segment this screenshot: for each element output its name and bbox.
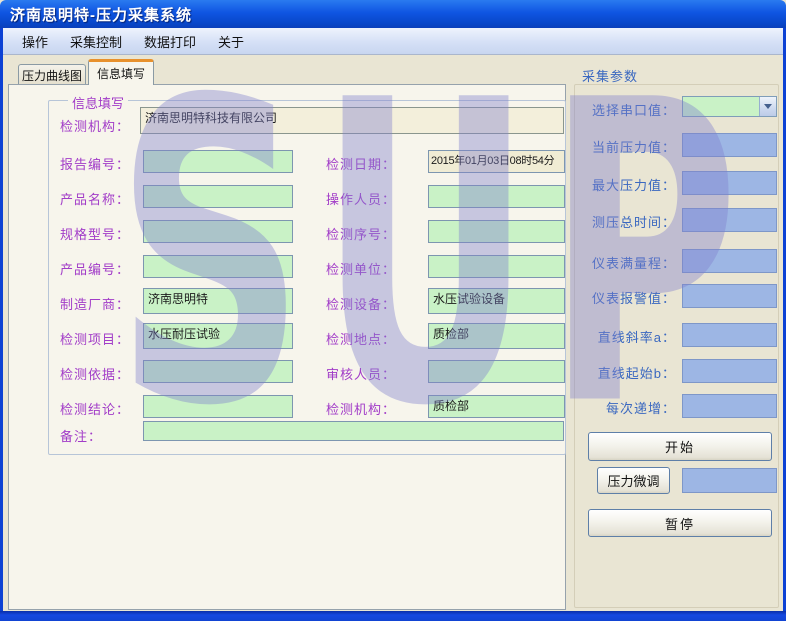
max-pressure-label: 最大压力值： (560, 175, 676, 194)
gauge-alarm-input[interactable] (682, 284, 777, 308)
reviewer-input[interactable] (428, 360, 565, 383)
test-unit-label: 检测单位： (326, 259, 396, 278)
inspection-org-label: 检测机构： (60, 116, 130, 135)
pause-button[interactable]: 暂停 (588, 509, 772, 537)
max-pressure-input[interactable] (682, 171, 777, 195)
gauge-alarm-label: 仪表报警值： (560, 288, 676, 307)
start-button[interactable]: 开始 (588, 432, 772, 461)
app-window: 济南思明特-压力采集系统 操作 采集控制 数据打印 关于 压力曲线图 信息填写 … (0, 0, 786, 621)
operator-label: 操作人员： (326, 189, 396, 208)
report-number-input[interactable] (143, 150, 293, 173)
menu-item-operation[interactable]: 操作 (11, 28, 59, 55)
increment-label: 每次递增： (560, 398, 676, 417)
inspection-org-value: 济南思明特科技有限公司 (145, 111, 277, 125)
test-conclusion-label: 检测结论： (60, 399, 130, 418)
test-basis-label: 检测依据： (60, 364, 130, 383)
manufacturer-value: 济南思明特 (148, 292, 208, 306)
manufacturer-label: 制造厂商： (60, 294, 130, 313)
line-slope-a-input[interactable] (682, 323, 777, 347)
spec-model-label: 规格型号： (60, 224, 130, 243)
test-item-value: 水压耐压试验 (148, 327, 220, 341)
serial-port-value (683, 97, 759, 116)
test-item-input[interactable]: 水压耐压试验 (143, 323, 293, 349)
pressure-fine-tune-button[interactable]: 压力微调 (597, 467, 670, 494)
tab-info-fill[interactable]: 信息填写 (88, 59, 154, 85)
window-border-bottom (0, 611, 786, 621)
acquisition-group-title: 采集参数 (582, 66, 638, 85)
line-start-b-input[interactable] (682, 359, 777, 383)
serial-port-label: 选择串口值： (560, 100, 676, 119)
test-location-label: 检测地点： (326, 329, 396, 348)
gauge-range-label: 仪表满量程： (560, 253, 676, 272)
remarks-label: 备注： (60, 426, 102, 445)
test-date-label: 检测日期： (326, 154, 396, 173)
total-time-input[interactable] (682, 208, 777, 232)
inspection-org-input[interactable]: 济南思明特科技有限公司 (140, 107, 564, 134)
test-equipment-label: 检测设备： (326, 294, 396, 313)
manufacturer-input[interactable]: 济南思明特 (143, 288, 293, 314)
current-pressure-input[interactable] (682, 133, 777, 157)
operator-input[interactable] (428, 185, 565, 208)
product-name-label: 产品名称： (60, 189, 130, 208)
test-basis-input[interactable] (143, 360, 293, 383)
product-number-input[interactable] (143, 255, 293, 278)
chevron-down-icon (764, 104, 772, 109)
test-location-value: 质检部 (433, 327, 469, 341)
test-location-input[interactable]: 质检部 (428, 323, 565, 349)
line-start-b-label: 直线起始b： (560, 363, 676, 382)
gauge-range-input[interactable] (682, 249, 777, 273)
test-conclusion-input[interactable] (143, 395, 293, 418)
window-title: 济南思明特-压力采集系统 (10, 4, 192, 25)
test-org-value: 质检部 (433, 399, 469, 413)
combo-dropdown-button[interactable] (759, 97, 776, 116)
test-serial-label: 检测序号： (326, 224, 396, 243)
line-slope-a-label: 直线斜率a： (560, 327, 676, 346)
test-serial-input[interactable] (428, 220, 565, 243)
reviewer-label: 审核人员： (326, 364, 396, 383)
test-org-label: 检测机构： (326, 399, 396, 418)
increment-input[interactable] (682, 394, 777, 418)
remarks-input[interactable] (143, 421, 564, 441)
total-time-label: 测压总时间： (560, 212, 676, 231)
test-item-label: 检测项目： (60, 329, 130, 348)
tab-pressure-curve[interactable]: 压力曲线图 (18, 64, 86, 85)
pressure-fine-tune-input[interactable] (682, 468, 777, 493)
test-date-input[interactable]: 2015年01月03日08时54分 (428, 150, 565, 173)
title-bar: 济南思明特-压力采集系统 (0, 0, 786, 28)
test-equipment-value: 水压试验设备 (433, 292, 505, 306)
spec-model-input[interactable] (143, 220, 293, 243)
product-name-input[interactable] (143, 185, 293, 208)
info-group-title: 信息填写 (68, 93, 128, 112)
menu-bar: 操作 采集控制 数据打印 关于 (3, 28, 783, 55)
test-unit-input[interactable] (428, 255, 565, 278)
serial-port-combo[interactable] (682, 96, 777, 117)
menu-item-about[interactable]: 关于 (207, 28, 255, 55)
current-pressure-label: 当前压力值： (560, 137, 676, 156)
test-date-value: 2015年01月03日08时54分 (431, 155, 554, 167)
menu-item-acquisition-control[interactable]: 采集控制 (59, 28, 133, 55)
test-org-input[interactable]: 质检部 (428, 395, 565, 418)
window-border-left (0, 28, 3, 613)
test-equipment-input[interactable]: 水压试验设备 (428, 288, 565, 314)
menu-item-data-print[interactable]: 数据打印 (133, 28, 207, 55)
product-number-label: 产品编号： (60, 259, 130, 278)
report-number-label: 报告编号： (60, 154, 130, 173)
